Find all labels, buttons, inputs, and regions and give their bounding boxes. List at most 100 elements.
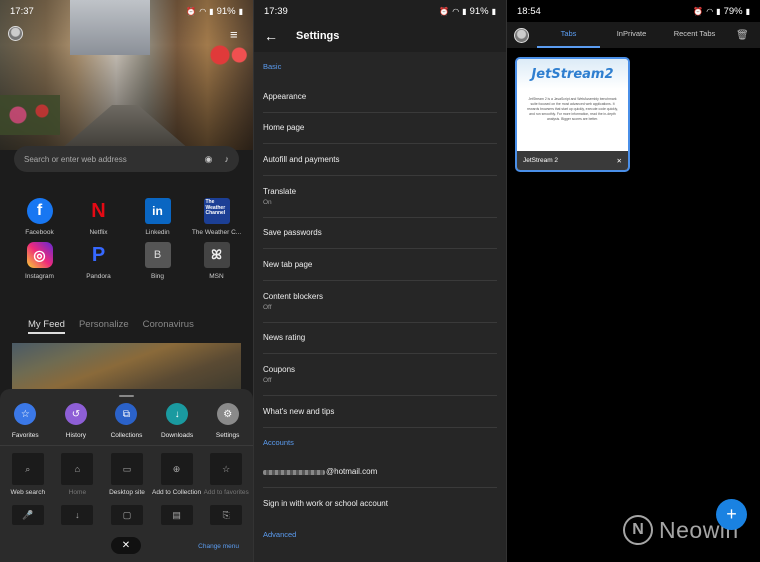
- microphone-icon[interactable]: ♪: [225, 154, 230, 164]
- menu-grid-item[interactable]: ▤: [152, 505, 202, 526]
- bottom-menu-sheet: ☆ Favorites ↺ History ⧉ Collections ↓ Downloads…: [0, 389, 253, 562]
- menu-icon[interactable]: ≡: [230, 28, 244, 41]
- menu-collections-button[interactable]: ⧉ Collections: [101, 403, 152, 439]
- settings-item-save-passwords[interactable]: Save passwords: [263, 218, 497, 249]
- add-collection-icon: ⊕: [160, 453, 193, 485]
- top-site-msn[interactable]: ꕤ MSN: [187, 242, 246, 280]
- top-site-linkedin[interactable]: in Linkedin: [128, 198, 187, 236]
- add-favorite-icon: ☆: [210, 453, 243, 485]
- page-icon: ▤: [160, 505, 193, 526]
- close-icon: ✕: [121, 540, 131, 551]
- menu-history-button[interactable]: ↺ History: [51, 403, 102, 439]
- search-placeholder: Search or enter web address: [24, 154, 127, 164]
- share-page-icon: ⎘: [210, 505, 243, 526]
- download-arrow-icon: ↓: [61, 505, 94, 526]
- settings-item-new-tab-page[interactable]: New tab page: [263, 249, 497, 281]
- tab-tabs[interactable]: Tabs: [537, 22, 600, 48]
- top-site-netflix[interactable]: N Netflix: [69, 198, 128, 237]
- site-label: Bing: [150, 273, 164, 280]
- settings-panel: 17:39 ⏰ ◠ ▮ 91% ▮ ← Settings Basic Appear…: [254, 0, 506, 562]
- feed-tab-coronavirus[interactable]: Coronavirus: [143, 319, 194, 334]
- site-logo-icon: N: [91, 199, 106, 222]
- menu-grid-item[interactable]: ▢: [102, 505, 152, 526]
- section-header-accounts: Accounts: [263, 437, 294, 447]
- settings-item-title: Save passwords: [263, 228, 322, 238]
- edge-home-panel: 17:37 ⏰ ◠ ▮ 91% ▮ ≡ Search or enter web …: [0, 0, 253, 562]
- tab-inprivate[interactable]: InPrivate: [600, 22, 663, 48]
- menu-grid-item[interactable]: ⌕ Web search: [3, 453, 53, 497]
- menu-favorites-button[interactable]: ☆ Favorites: [0, 403, 51, 439]
- close-tab-icon[interactable]: ✕: [617, 157, 622, 165]
- feed-image[interactable]: [12, 343, 241, 393]
- alarm-icon: ⏰: [186, 6, 197, 16]
- home-icon: ⌂: [61, 453, 94, 485]
- top-site-the-weather-c[interactable]: The Weather Channel The Weather C...: [187, 198, 246, 236]
- avatar[interactable]: [514, 27, 529, 43]
- section-header-basic: Basic: [263, 62, 282, 71]
- tabs-header: Tabs InPrivate Recent Tabs 🗑: [507, 22, 760, 48]
- menu-downloads-button[interactable]: ↓ Downloads: [152, 403, 203, 439]
- alarm-icon: ⏰: [439, 6, 450, 16]
- change-menu-link[interactable]: Change menu: [198, 543, 239, 550]
- settings-item-what-s-new-and-tips[interactable]: What's new and tips: [263, 396, 497, 428]
- settings-item-appearance[interactable]: Appearance: [263, 81, 497, 113]
- search-icon: ⌕: [11, 453, 44, 485]
- menu-grid-item[interactable]: ⊕ Add to Collection: [152, 453, 202, 497]
- close-menu-button[interactable]: ✕: [111, 537, 141, 554]
- menu-grid-item[interactable]: ⌂ Home: [53, 453, 103, 497]
- menu-label: History: [65, 432, 86, 439]
- note-icon: ▢: [110, 505, 143, 526]
- tab-recent-tabs[interactable]: Recent Tabs: [663, 22, 726, 48]
- menu-grid-item[interactable]: ↓: [53, 505, 103, 526]
- settings-item-translate[interactable]: Translate On: [263, 176, 497, 218]
- feed-tab-my-feed[interactable]: My Feed: [28, 319, 65, 334]
- settings-item-title: News rating: [263, 333, 306, 343]
- menu-settings-button[interactable]: ⚙ Settings: [202, 403, 253, 439]
- section-header-advanced: Advanced: [263, 529, 297, 539]
- search-input[interactable]: Search or enter web address ◉ ♪: [14, 146, 239, 172]
- download-icon: ↓: [166, 403, 189, 425]
- avatar[interactable]: [8, 26, 23, 41]
- trash-icon[interactable]: 🗑: [736, 30, 749, 41]
- menu-grid-label: Add to Collection: [152, 489, 202, 496]
- settings-item-title: New tab page: [263, 259, 313, 269]
- settings-item-sign-in-with-work-or-school-account[interactable]: Sign in with work or school account: [263, 488, 497, 520]
- site-logo-icon: ◎: [26, 242, 53, 268]
- settings-item-hotmail-com[interactable]: @hotmail.com: [263, 457, 497, 488]
- settings-item-coupons[interactable]: Coupons Off: [263, 354, 497, 396]
- wifi-icon: ◠: [706, 6, 714, 16]
- menu-label: Settings: [215, 432, 240, 439]
- feed-tab-personalize[interactable]: Personalize: [79, 319, 129, 334]
- menu-grid-item[interactable]: ⎘: [201, 505, 251, 526]
- jetstream-logo: JetStream2: [531, 66, 614, 82]
- menu-label: Downloads: [160, 432, 194, 439]
- settings-item-status: On: [263, 198, 272, 206]
- tab-thumbnail-header: JetStream2: [517, 59, 628, 89]
- battery-level: 91%: [216, 5, 236, 17]
- menu-grid-item[interactable]: ☆ Add to favorites: [201, 453, 251, 497]
- site-logo-icon: in: [144, 198, 171, 224]
- menu-grid-item[interactable]: ▭ Desktop site: [102, 453, 152, 497]
- top-site-bing[interactable]: B Bing: [128, 242, 187, 280]
- settings-item-title: Coupons: [263, 365, 296, 374]
- site-label: MSN: [209, 273, 224, 280]
- camera-icon[interactable]: ◉: [205, 154, 213, 165]
- settings-item-title: What's new and tips: [263, 406, 335, 416]
- settings-item-home-page[interactable]: Home page: [263, 113, 497, 144]
- tab-title: JetStream 2: [523, 157, 559, 164]
- settings-item-content-blockers[interactable]: Content blockers Off: [263, 281, 497, 323]
- site-logo-icon: ꕤ: [203, 242, 230, 268]
- back-arrow-icon[interactable]: ←: [254, 28, 286, 44]
- top-site-instagram[interactable]: ◎ Instagram: [10, 242, 69, 280]
- settings-item-autofill-and-payments[interactable]: Autofill and payments: [263, 144, 497, 176]
- collections-icon: ⧉: [115, 403, 138, 425]
- tab-card[interactable]: JetStream2 JetStream 2 is a JavaScript a…: [515, 57, 630, 172]
- drag-handle[interactable]: [119, 395, 134, 397]
- tab-switcher: Tabs InPrivate Recent Tabs: [537, 22, 726, 48]
- menu-grid-item[interactable]: 🎤: [3, 505, 53, 526]
- new-tab-button[interactable]: +: [716, 499, 747, 530]
- top-site-facebook[interactable]: f Facebook: [10, 198, 69, 236]
- top-site-pandora[interactable]: P Pandora: [69, 242, 128, 281]
- settings-item-news-rating[interactable]: News rating: [263, 323, 497, 354]
- tab-thumbnail-text: JetStream 2 is a JavaScript and WebAssem…: [527, 97, 618, 121]
